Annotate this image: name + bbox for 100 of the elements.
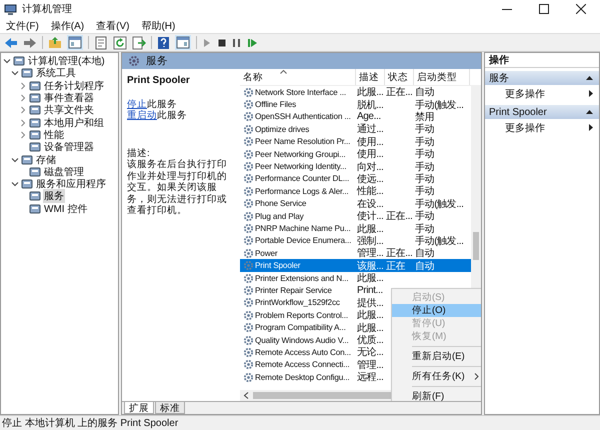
table-cell-text: 远程... <box>356 371 384 384</box>
expand-chevron-icon[interactable] <box>19 106 27 114</box>
tree-node-icon <box>29 128 41 141</box>
service-row[interactable]: Printer Extensions and N... 此服... <box>240 272 471 284</box>
column-header[interactable]: 描述 <box>356 69 385 85</box>
service-row[interactable]: Peer Networking Identity... 向对... 手动 <box>240 160 471 173</box>
tree-item[interactable]: WMI 控件 <box>43 202 88 216</box>
menu-item[interactable]: 操作(A) <box>50 18 84 32</box>
column-header[interactable]: 名称 <box>240 69 356 85</box>
folder-up-icon[interactable] <box>48 36 62 49</box>
service-row[interactable]: Peer Name Resolution Pr... 使用... 手动 <box>240 136 471 148</box>
service-name-cell: Phone Service <box>255 199 306 208</box>
column-header[interactable]: 状态 <box>385 69 414 85</box>
tree-node-icon <box>29 190 41 202</box>
export-list-icon[interactable] <box>132 36 146 50</box>
action-pane-icon[interactable] <box>175 35 191 50</box>
expand-chevron-icon[interactable] <box>19 118 27 127</box>
service-row[interactable]: Offline Files 脱机... 手动(触发... <box>240 98 471 111</box>
refresh-icon[interactable] <box>113 36 127 50</box>
service-name-cell: Network Store Interface ... <box>255 88 346 97</box>
tree-item[interactable]: 系统工具 <box>35 66 77 80</box>
tree-item[interactable]: 事件查看器 <box>43 91 95 106</box>
service-row[interactable]: Peer Networking Groupi... 使用... 手动 <box>240 148 471 160</box>
service-action-link[interactable]: 停止 <box>127 98 147 110</box>
tree-item[interactable]: 服务和应用程序 <box>35 177 107 192</box>
menu-item[interactable]: 帮助(H) <box>141 18 176 32</box>
tree-node-icon <box>29 104 41 116</box>
action-section-header[interactable]: Print Spooler <box>485 105 599 119</box>
context-menu-item[interactable]: 重新启动(E) <box>392 350 481 363</box>
service-name-cell: Performance Counter DL... <box>255 174 350 184</box>
tree-item[interactable]: 磁盘管理 <box>43 164 85 179</box>
collapse-chevron-icon[interactable] <box>11 69 19 78</box>
restart-icon[interactable] <box>247 38 258 48</box>
collapse-chevron-icon[interactable] <box>11 156 19 164</box>
context-menu-item[interactable]: 刷新(F) <box>392 390 481 401</box>
view-tab[interactable]: 标准 <box>155 402 185 414</box>
tree-item[interactable]: 设备管理器 <box>43 140 95 154</box>
properties-icon[interactable] <box>94 36 108 50</box>
menu-item[interactable]: 查看(V) <box>96 18 130 32</box>
table-cell-text: 自动 <box>414 260 436 273</box>
close-icon[interactable] <box>576 4 586 14</box>
help-icon[interactable] <box>157 36 170 50</box>
collapse-triangle-icon <box>586 110 593 114</box>
service-row[interactable]: Phone Service 在设... 手动(触发... <box>240 198 471 210</box>
menu-item[interactable]: 文件(F) <box>6 18 39 32</box>
service-row[interactable]: Performance Counter DL... 使远... 手动 <box>240 172 471 186</box>
tree-item[interactable]: 存储 <box>35 152 57 167</box>
service-row[interactable]: Optimize drives 通过... 手动 <box>240 123 471 136</box>
tree-item[interactable]: 性能 <box>43 128 65 142</box>
action-section-header[interactable]: 服务 <box>485 71 599 85</box>
service-row[interactable]: PNRP Machine Name Pu... 此服... 手动 <box>240 222 471 235</box>
tree-node-icon <box>29 80 41 92</box>
expand-chevron-icon[interactable] <box>19 130 27 139</box>
service-name: Print Spooler <box>127 75 191 86</box>
service-row[interactable]: Power 管理... 正在... 自动 <box>240 247 471 260</box>
tree-item[interactable]: 计算机管理(本地) <box>27 54 106 68</box>
expand-chevron-icon[interactable] <box>19 82 27 90</box>
action-item[interactable]: 更多操作 <box>485 85 599 102</box>
context-menu-item[interactable]: 所有任务(K) <box>392 370 481 383</box>
link-suffix: 此服务 <box>157 110 187 121</box>
collapse-chevron-icon[interactable] <box>3 57 11 66</box>
forward-arrow-icon[interactable] <box>23 36 37 48</box>
maximize-icon[interactable] <box>539 4 549 14</box>
service-row[interactable]: Network Store Interface ... 此服... 正在... 自动 <box>240 86 471 98</box>
service-action-link[interactable]: 重启动 <box>127 110 157 121</box>
console-tree-icon[interactable] <box>67 35 83 50</box>
table-cell-text: 该服... <box>356 260 384 272</box>
context-menu-item[interactable]: 停止(O) <box>392 304 481 317</box>
stop-icon[interactable] <box>217 38 227 48</box>
pause-icon[interactable] <box>232 38 242 48</box>
tree-node-icon <box>21 154 33 166</box>
tree-item[interactable]: 服务 <box>43 189 65 204</box>
table-cell-text: 正在... <box>385 86 414 100</box>
tree-item[interactable]: 共享文件夹 <box>43 103 95 118</box>
tree-node-icon <box>21 67 33 80</box>
gear-icon <box>243 111 254 122</box>
back-arrow-icon[interactable] <box>4 36 18 48</box>
table-cell-text: 此服... <box>356 222 384 236</box>
scroll-left-icon[interactable] <box>243 392 249 399</box>
service-row[interactable]: Plug and Play 使计... 正在... 手动 <box>240 210 471 222</box>
gear-icon <box>243 235 254 246</box>
table-cell-text: 手动 <box>414 136 436 148</box>
action-item[interactable]: 更多操作 <box>485 119 599 136</box>
table-cell-text: 通过... <box>356 122 384 136</box>
tree-item[interactable]: 本地用户和组 <box>43 116 105 130</box>
column-header[interactable]: 启动类型 <box>414 69 470 85</box>
table-cell-text: 禁用 <box>414 110 436 124</box>
service-row[interactable]: Performance Logs & Aler... 性能... 手动 <box>240 185 471 198</box>
gear-icon <box>243 272 254 284</box>
service-name-cell: Performance Logs & Aler... <box>255 186 348 196</box>
tree-item[interactable]: 任务计划程序 <box>43 78 105 93</box>
expand-chevron-icon[interactable] <box>19 94 27 102</box>
service-row[interactable]: Print Spooler 该服... 正在 自动 <box>240 259 471 272</box>
table-cell-text: 手动 <box>414 160 436 174</box>
table-cell-text: 此服... <box>356 322 384 334</box>
view-tab[interactable]: 扩展 <box>124 402 154 414</box>
table-cell-text: Print... <box>356 284 384 296</box>
service-row[interactable]: Portable Device Enumera... 强制... 手动(触发... <box>240 234 471 248</box>
service-row[interactable]: OpenSSH Authentication ... Age... 禁用 <box>240 110 471 124</box>
collapse-chevron-icon[interactable] <box>11 180 19 188</box>
